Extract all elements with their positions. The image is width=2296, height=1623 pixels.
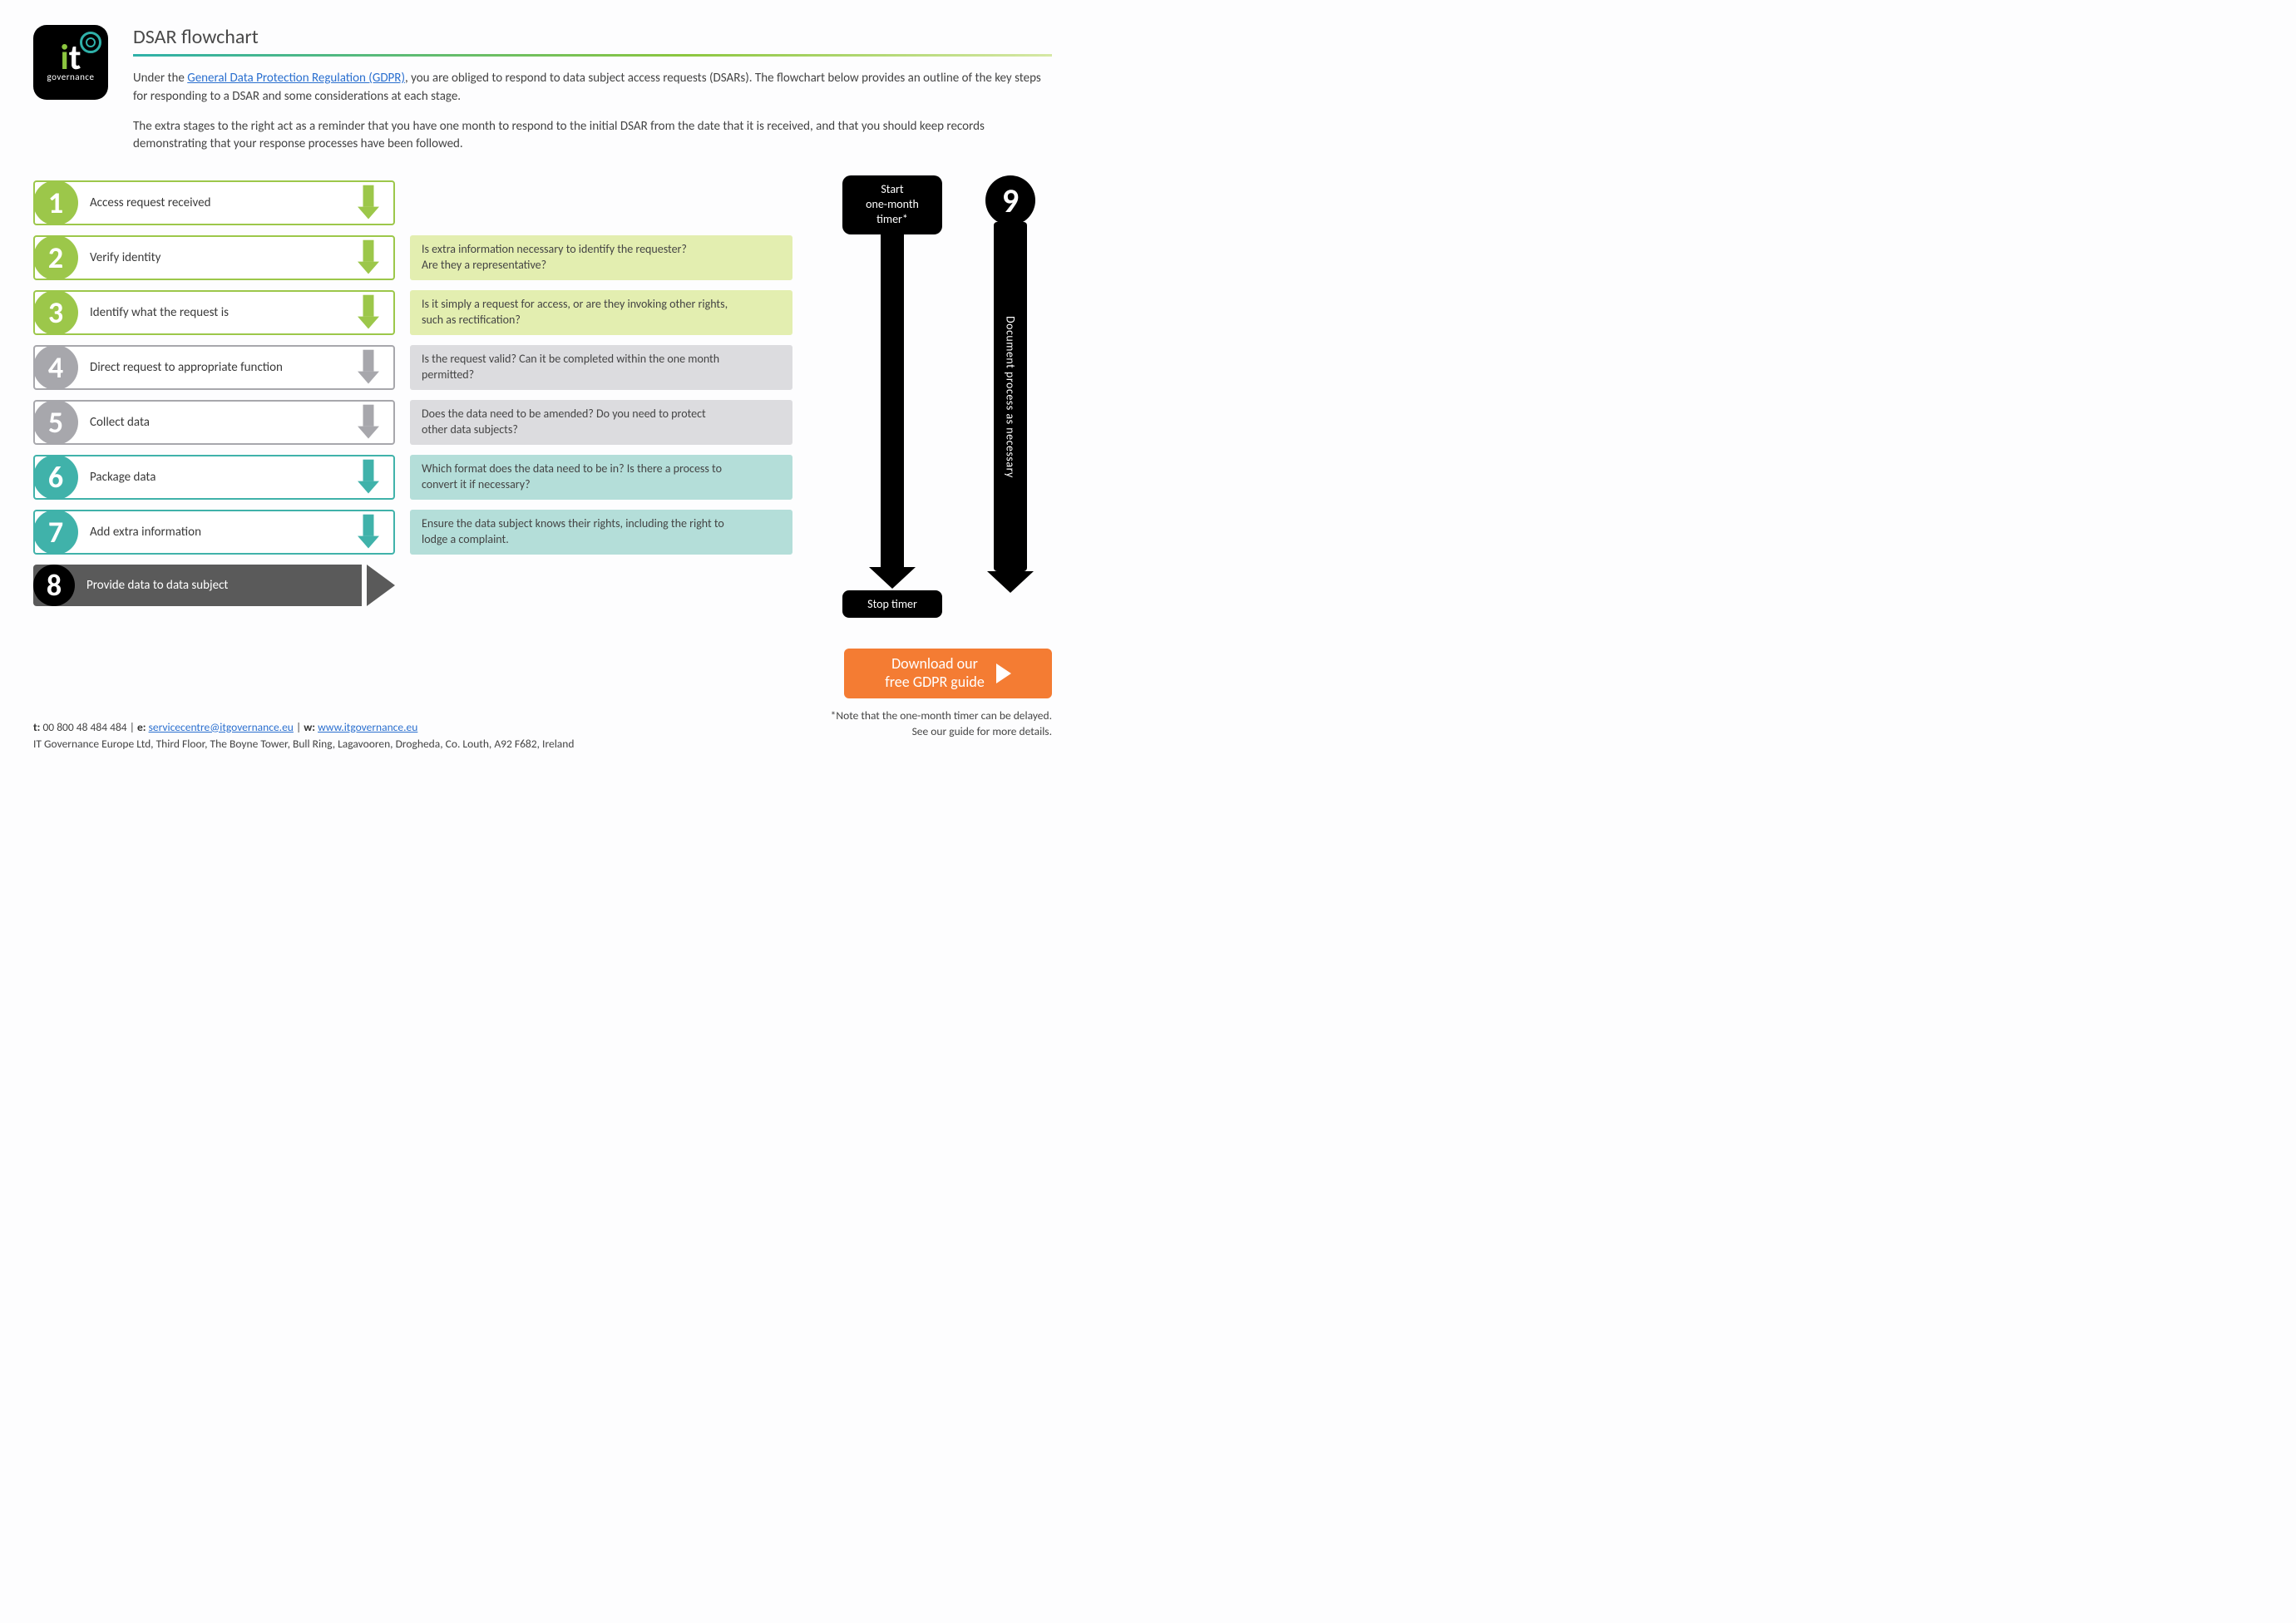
step-6-note-l1: Which format does the data need to be in… — [422, 461, 781, 477]
step-5-note: Does the data need to be amended? Do you… — [410, 400, 792, 445]
footer-sep-2: | — [296, 720, 304, 734]
logo-i: i — [61, 42, 69, 74]
arrow-down-icon — [352, 456, 385, 498]
step-4-number: 4 — [33, 345, 78, 390]
doc-arrow-head-icon — [987, 571, 1034, 593]
footer-w-label: w: — [304, 720, 315, 734]
step-7-note-l1: Ensure the data subject knows their righ… — [422, 516, 781, 532]
step-3-label: Identify what the request is — [78, 305, 352, 320]
one-month-timer: Start one-month timer* Stop timer — [842, 175, 942, 618]
page-title: DSAR flowchart — [133, 25, 1052, 49]
step-3-note-l1: Is it simply a request for access, or ar… — [422, 297, 781, 313]
step-1-number: 1 — [33, 180, 78, 225]
step-7-note: Ensure the data subject knows their righ… — [410, 510, 792, 555]
step-6-number: 6 — [33, 455, 78, 500]
step-6: 6Package data — [33, 455, 395, 500]
arrow-down-icon — [352, 292, 385, 333]
step-5-number: 5 — [33, 400, 78, 445]
footer-phone: 00 800 48 484 484 — [42, 720, 126, 734]
step-8-label: Provide data to data subject — [75, 578, 367, 593]
arrow-down-icon — [352, 182, 385, 224]
step-9-number: 9 — [985, 175, 1035, 225]
step-2-note-l1: Is extra information necessary to identi… — [422, 242, 781, 258]
document-process: 9 Document process as necessary — [977, 175, 1044, 593]
gdpr-link[interactable]: General Data Protection Regulation (GDPR… — [187, 71, 405, 86]
step-5-label: Collect data — [78, 415, 352, 430]
step-4: 4Direct request to appropriate function — [33, 345, 395, 390]
step-4-note-l2: permitted? — [422, 368, 781, 383]
step-8: 8Provide data to data subject — [33, 565, 395, 606]
step-2-note: Is extra information necessary to identi… — [410, 235, 792, 280]
doc-arrow-shaft: Document process as necessary — [994, 222, 1027, 571]
note-spacer — [410, 180, 792, 225]
logo-ring-icon — [80, 32, 101, 53]
footer-address: IT Governance Europe Ltd, Third Floor, T… — [33, 736, 574, 752]
footer-email-link[interactable]: servicecentre@itgovernance.eu — [149, 720, 294, 734]
step-6-note-l2: convert it if necessary? — [422, 477, 781, 493]
step-6-note: Which format does the data need to be in… — [410, 455, 792, 500]
timer-arrow-head-icon — [869, 567, 916, 589]
step-4-note-l1: Is the request valid? Can it be complete… — [422, 352, 781, 368]
step-2-label: Verify identity — [78, 250, 352, 265]
brand-logo: it governance — [33, 25, 108, 100]
footer-website-link[interactable]: www.itgovernance.eu — [318, 720, 417, 734]
step-7-label: Add extra information — [78, 525, 352, 540]
step-3-note-l2: such as rectification? — [422, 313, 781, 328]
step-2-number: 2 — [33, 235, 78, 280]
step-5: 5Collect data — [33, 400, 395, 445]
step-5-note-l1: Does the data need to be amended? Do you… — [422, 407, 781, 422]
step-2: 2Verify identity — [33, 235, 395, 280]
intro-pre: Under the — [133, 71, 187, 86]
arrow-right-icon — [367, 565, 395, 606]
footnote-l1: *Note that the one-month timer can be de… — [831, 708, 1052, 724]
arrow-down-icon — [352, 347, 385, 388]
step-1-label: Access request received — [78, 195, 352, 210]
step-8-number: 8 — [33, 565, 75, 606]
timer-start-l3: timer* — [847, 212, 937, 227]
timer-start-l1: Start — [847, 182, 937, 197]
step-3-number: 3 — [33, 290, 78, 335]
footer-t-label: t: — [33, 720, 40, 734]
timer-arrow-shaft — [881, 234, 904, 567]
step-7-note-l2: lodge a complaint. — [422, 532, 781, 548]
arrow-down-icon — [352, 511, 385, 553]
arrow-down-icon — [352, 237, 385, 279]
timer-start-box: Start one-month timer* — [842, 175, 942, 234]
doc-label: Document process as necessary — [1004, 316, 1018, 478]
step-1: 1Access request received — [33, 180, 395, 225]
logo-governance: governance — [47, 72, 95, 82]
step-5-note-l2: other data subjects? — [422, 422, 781, 438]
cta-line-1: Download our — [885, 655, 985, 673]
title-underline — [133, 54, 1052, 57]
step-3-note: Is it simply a request for access, or ar… — [410, 290, 792, 335]
download-gdpr-guide-button[interactable]: Download our free GDPR guide — [844, 649, 1052, 698]
step-6-label: Package data — [78, 470, 352, 485]
timer-footnote: *Note that the one-month timer can be de… — [831, 708, 1052, 740]
intro-paragraph-2: The extra stages to the right act as a r… — [133, 118, 1052, 155]
play-icon — [996, 664, 1011, 683]
logo-t: t — [69, 42, 81, 74]
timer-start-l2: one-month — [847, 197, 937, 212]
step-7: 7Add extra information — [33, 510, 395, 555]
footer-e-label: e: — [137, 720, 146, 734]
step-4-note: Is the request valid? Can it be complete… — [410, 345, 792, 390]
step-3: 3Identify what the request is — [33, 290, 395, 335]
step-2-note-l2: Are they a representative? — [422, 258, 781, 274]
footnote-l2: See our guide for more details. — [831, 724, 1052, 740]
timer-stop-box: Stop timer — [842, 590, 942, 618]
footer-sep-1: | — [130, 720, 137, 734]
footer: t: 00 800 48 484 484 | e: servicecentre@… — [33, 719, 574, 753]
step-4-label: Direct request to appropriate function — [78, 360, 352, 375]
arrow-down-icon — [352, 402, 385, 443]
step-7-number: 7 — [33, 510, 78, 555]
intro-paragraph-1: Under the General Data Protection Regula… — [133, 70, 1052, 106]
cta-line-2: free GDPR guide — [885, 673, 985, 692]
